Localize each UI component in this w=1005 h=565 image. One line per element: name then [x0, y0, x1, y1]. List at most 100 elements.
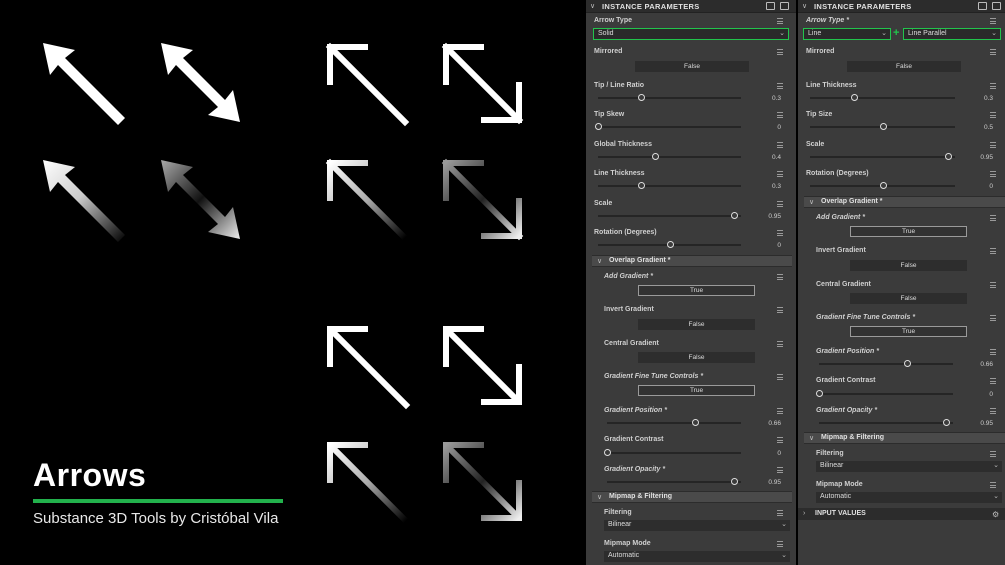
filtering-select[interactable]: Bilinear ⌄ [604, 520, 790, 531]
central-gradient-toggle[interactable]: False [638, 352, 755, 363]
slider-knob[interactable] [730, 212, 738, 219]
slider-knob[interactable] [666, 241, 674, 248]
overlap-gradient-group[interactable]: ∨ Overlap Gradient * [804, 196, 1005, 208]
tip-line-ratio-value[interactable]: 0.3 [761, 95, 781, 102]
param-menu-icon[interactable] [990, 248, 997, 254]
fine-tune-toggle[interactable]: True [850, 326, 967, 337]
slider-knob[interactable] [850, 94, 858, 101]
add-gradient-toggle[interactable]: True [850, 226, 967, 237]
gradient-opacity-slider[interactable] [607, 478, 741, 486]
gear-icon[interactable]: ⚙ [992, 510, 999, 519]
param-menu-icon[interactable] [777, 408, 784, 414]
chevron-down-icon[interactable]: ∨ [802, 2, 807, 10]
param-menu-icon[interactable] [777, 18, 784, 24]
gradient-position-slider[interactable] [819, 360, 953, 368]
mipmap-filtering-group[interactable]: ∨ Mipmap & Filtering [804, 432, 1005, 444]
invert-gradient-toggle[interactable]: False [638, 319, 755, 330]
gradient-position-slider[interactable] [607, 419, 741, 427]
slider-knob[interactable] [944, 153, 952, 160]
param-menu-icon[interactable] [777, 374, 784, 380]
menu-icon[interactable] [992, 2, 1001, 10]
param-menu-icon[interactable] [777, 83, 784, 89]
arrow-type-select-secondary[interactable]: Line Parallel ⌄ [903, 28, 1001, 40]
slider-knob[interactable] [604, 449, 611, 456]
mirrored-toggle[interactable]: False [635, 61, 749, 72]
slider-knob[interactable] [879, 123, 887, 130]
param-menu-icon[interactable] [777, 437, 784, 443]
param-menu-icon[interactable] [990, 482, 997, 488]
plus-icon[interactable]: + [893, 27, 899, 39]
rotation-value[interactable]: 0 [761, 242, 781, 249]
rotation-slider[interactable] [598, 241, 741, 249]
slider-knob[interactable] [595, 123, 602, 130]
chevron-right-icon[interactable]: › [803, 510, 805, 517]
param-menu-icon[interactable] [777, 112, 784, 118]
chevron-down-icon[interactable]: ∨ [809, 198, 814, 206]
mipmap-mode-select[interactable]: Automatic ⌄ [816, 492, 1002, 503]
line-thickness-slider[interactable] [810, 94, 955, 102]
panel-header[interactable]: ∨ INSTANCE PARAMETERS [586, 0, 796, 13]
gradient-opacity-value[interactable]: 0.95 [973, 420, 993, 427]
param-menu-icon[interactable] [990, 282, 997, 288]
tip-line-ratio-slider[interactable] [598, 94, 741, 102]
gradient-position-value[interactable]: 0.66 [761, 420, 781, 427]
invert-gradient-toggle[interactable]: False [850, 260, 967, 271]
gradient-opacity-value[interactable]: 0.95 [761, 479, 781, 486]
param-menu-icon[interactable] [777, 307, 784, 313]
param-menu-icon[interactable] [990, 112, 997, 118]
param-menu-icon[interactable] [777, 201, 784, 207]
param-menu-icon[interactable] [990, 49, 997, 55]
input-values-group[interactable]: › INPUT VALUES ⚙ [798, 508, 1005, 520]
chevron-down-icon[interactable]: ∨ [597, 493, 602, 501]
tip-skew-slider[interactable] [595, 123, 741, 131]
scale-value[interactable]: 0.95 [761, 213, 781, 220]
chevron-down-icon[interactable]: ∨ [590, 2, 595, 10]
gradient-contrast-value[interactable]: 0 [973, 391, 993, 398]
param-menu-icon[interactable] [777, 341, 784, 347]
slider-knob[interactable] [652, 153, 660, 160]
tip-skew-value[interactable]: 0 [761, 124, 781, 131]
scale-value[interactable]: 0.95 [973, 154, 993, 161]
scale-slider[interactable] [598, 212, 741, 220]
arrow-type-select[interactable]: Line ⌄ [803, 28, 891, 40]
param-menu-icon[interactable] [990, 142, 997, 148]
global-thickness-slider[interactable] [598, 153, 741, 161]
preset-icon[interactable] [978, 2, 987, 10]
panel-header[interactable]: ∨ INSTANCE PARAMETERS [798, 0, 1005, 13]
slider-knob[interactable] [637, 94, 645, 101]
param-menu-icon[interactable] [777, 230, 784, 236]
slider-knob[interactable] [904, 360, 912, 367]
param-menu-icon[interactable] [777, 171, 784, 177]
param-menu-icon[interactable] [990, 451, 997, 457]
global-thickness-value[interactable]: 0.4 [761, 154, 781, 161]
chevron-down-icon[interactable]: ∨ [597, 257, 602, 265]
gradient-position-value[interactable]: 0.66 [973, 361, 993, 368]
param-menu-icon[interactable] [990, 378, 997, 384]
gradient-opacity-slider[interactable] [819, 419, 953, 427]
gradient-contrast-slider[interactable] [604, 449, 741, 457]
chevron-down-icon[interactable]: ∨ [809, 434, 814, 442]
central-gradient-toggle[interactable]: False [850, 293, 967, 304]
slider-knob[interactable] [692, 419, 700, 426]
line-thickness-value[interactable]: 0.3 [973, 95, 993, 102]
mipmap-filtering-group[interactable]: ∨ Mipmap & Filtering [592, 491, 792, 503]
gradient-contrast-slider[interactable] [816, 390, 953, 398]
tip-size-slider[interactable] [810, 123, 955, 131]
filtering-select[interactable]: Bilinear ⌄ [816, 461, 1002, 472]
param-menu-icon[interactable] [777, 142, 784, 148]
fine-tune-toggle[interactable]: True [638, 385, 755, 396]
slider-knob[interactable] [731, 478, 739, 485]
param-menu-icon[interactable] [777, 49, 784, 55]
preset-icon[interactable] [766, 2, 775, 10]
line-thickness-slider[interactable] [598, 182, 741, 190]
slider-knob[interactable] [943, 419, 951, 426]
param-menu-icon[interactable] [777, 467, 784, 473]
slider-knob[interactable] [637, 182, 645, 189]
tip-size-value[interactable]: 0.5 [973, 124, 993, 131]
param-menu-icon[interactable] [990, 83, 997, 89]
param-menu-icon[interactable] [777, 510, 784, 516]
param-menu-icon[interactable] [990, 408, 997, 414]
param-menu-icon[interactable] [990, 18, 997, 24]
overlap-gradient-group[interactable]: ∨ Overlap Gradient * [592, 255, 792, 267]
slider-knob[interactable] [879, 182, 887, 189]
